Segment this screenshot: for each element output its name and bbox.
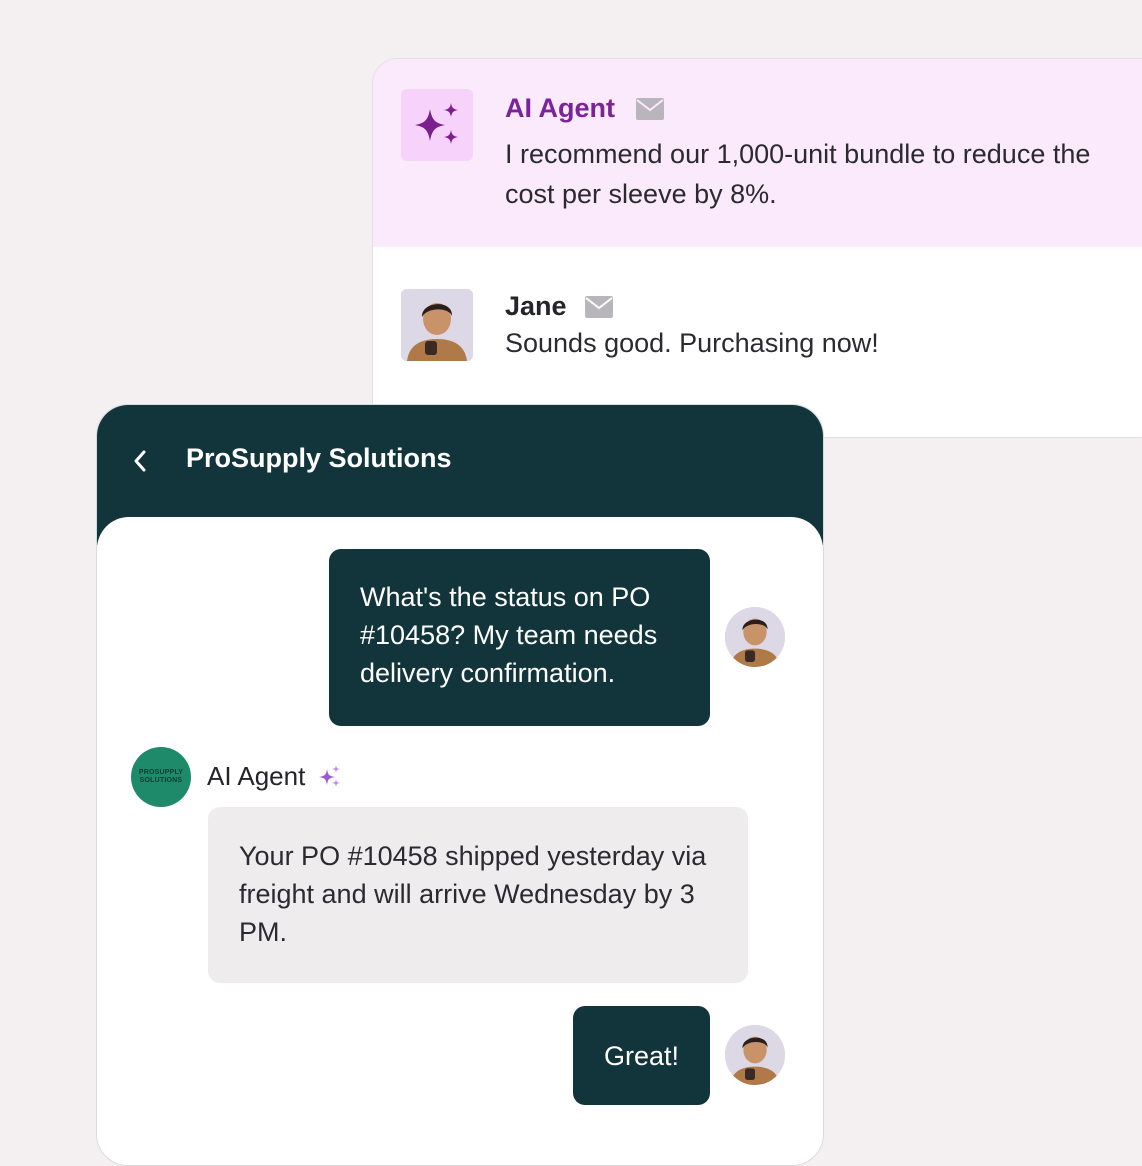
user-avatar bbox=[725, 607, 785, 667]
sparkle-icon bbox=[319, 765, 340, 787]
thread-message-ai-agent[interactable]: AI Agent I recommend our 1,000-unit bund… bbox=[373, 59, 1142, 247]
sparkle-icon bbox=[415, 103, 458, 144]
logo-text-line: PROSUPPLY bbox=[138, 769, 184, 776]
message-text: Sounds good. Purchasing now! bbox=[505, 328, 879, 358]
ai-agent-avatar bbox=[401, 89, 473, 161]
email-icon bbox=[585, 296, 613, 318]
person-photo-icon bbox=[725, 607, 785, 667]
email-thread-card: AI Agent I recommend our 1,000-unit bund… bbox=[372, 58, 1142, 438]
logo-text-line: SOLUTIONS bbox=[139, 777, 183, 784]
user-message-bubble: What's the status on PO #10458? My team … bbox=[329, 549, 710, 726]
email-icon bbox=[636, 98, 664, 120]
person-photo-icon bbox=[401, 289, 473, 361]
chevron-left-icon bbox=[134, 450, 146, 472]
prosupply-logo-avatar: PROSUPPLY SOLUTIONS bbox=[131, 747, 191, 807]
sender-name: Jane bbox=[505, 291, 567, 321]
chat-widget: ProSupply Solutions What's the status on… bbox=[96, 404, 824, 1166]
user-avatar bbox=[725, 1025, 785, 1085]
agent-name: AI Agent bbox=[207, 761, 306, 791]
back-button[interactable] bbox=[125, 445, 155, 477]
agent-message-bubble: Your PO #10458 shipped yesterday via fre… bbox=[208, 807, 748, 983]
message-text: I recommend our 1,000-unit bundle to red… bbox=[505, 139, 1091, 209]
chat-messages: What's the status on PO #10458? My team … bbox=[97, 517, 823, 1165]
jane-avatar bbox=[401, 289, 473, 361]
chat-title: ProSupply Solutions bbox=[186, 443, 452, 473]
sender-name: AI Agent bbox=[505, 93, 615, 123]
person-photo-icon bbox=[725, 1025, 785, 1085]
user-message-bubble: Great! bbox=[573, 1006, 710, 1105]
